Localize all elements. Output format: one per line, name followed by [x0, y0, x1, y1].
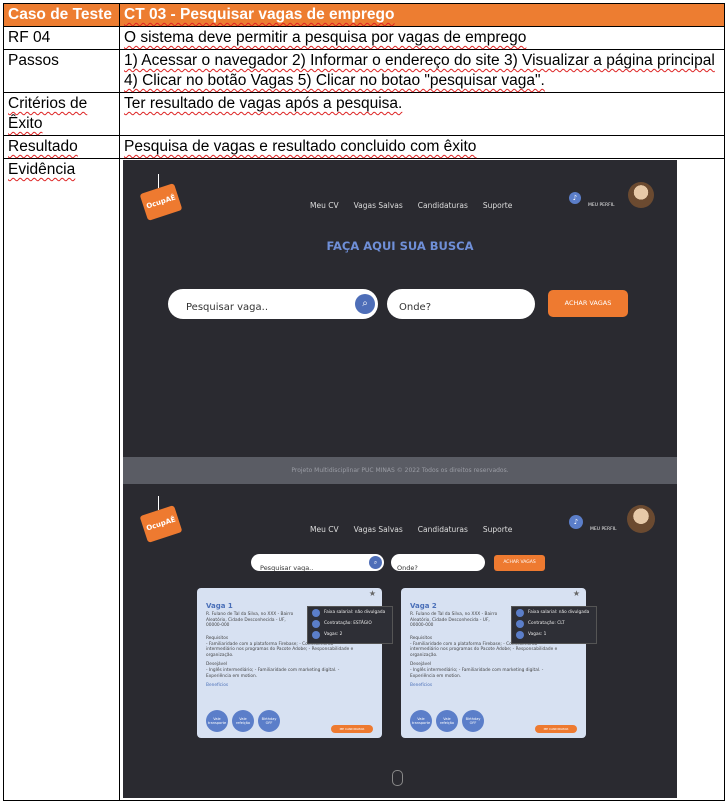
profile-label[interactable]: MEU PERFIL	[588, 196, 615, 216]
location-input-results[interactable]: Onde?	[391, 554, 485, 572]
main-menu: Meu CV Vagas Salvas Candidaturas Suporte	[310, 196, 512, 216]
achar-vagas-button[interactable]: ACHAR VAGAS	[548, 290, 628, 317]
ocupae-logo-results[interactable]: OcupAÊ	[139, 505, 183, 543]
scroll-mouse-icon	[392, 770, 403, 786]
job-address: R. Fulano de Tal da Silva, no XXX - Bair…	[206, 612, 294, 629]
search-headline: FAÇA AQUI SUA BUSCA	[326, 239, 474, 253]
menu-candidaturas[interactable]: Candidaturas	[418, 196, 468, 216]
row-label-passos: Passos	[3, 49, 120, 93]
job-info-tooltip: Faixa salarial: não divulgada Contrataçã…	[511, 606, 597, 644]
evidence-screenshot: OcupAÊ Meu CV Vagas Salvas Candidaturas …	[123, 160, 677, 798]
job-info-tooltip: Faixa salarial: não divulgada Contrataçã…	[307, 606, 393, 644]
job-address: R. Fulano de Tal da Silva, no XXX - Bair…	[410, 612, 498, 629]
star-icon[interactable]: ★	[573, 590, 580, 597]
menu-vagas-salvas[interactable]: Vagas Salvas	[354, 196, 403, 216]
menu-meu-cv[interactable]: Meu CV	[310, 520, 339, 540]
benefit-bubble: Vale transporte	[410, 710, 432, 732]
row-label-criterios: Critérios de Êxito	[3, 92, 120, 136]
star-icon[interactable]: ★	[369, 590, 376, 597]
job-title: Vaga 2	[410, 602, 437, 610]
location-input[interactable]: Onde?	[387, 289, 535, 319]
top-navbar: OcupAÊ Meu CV Vagas Salvas Candidaturas …	[123, 160, 677, 221]
evidence-cell: OcupAÊ Meu CV Vagas Salvas Candidaturas …	[119, 158, 725, 801]
row-label-evidencia: Evidência	[3, 158, 120, 801]
search-input[interactable]: Pesquisar vaga.. ⌕	[168, 289, 378, 319]
bell-icon[interactable]: ♪	[569, 192, 581, 204]
test-case-table: Caso de Teste CT 03 - Pesquisar vagas de…	[3, 3, 725, 801]
menu-vagas-salvas[interactable]: Vagas Salvas	[354, 520, 403, 540]
bell-icon[interactable]: ♪	[569, 515, 583, 529]
header-value: CT 03 - Pesquisar vagas de emprego	[119, 3, 725, 27]
header-label: Caso de Teste	[3, 3, 120, 27]
avatar[interactable]	[627, 505, 655, 533]
benefit-bubble: Vale transporte	[206, 710, 228, 732]
job-card[interactable]: ★ Vaga 2 R. Fulano de Tal da Silva, no X…	[401, 588, 597, 738]
results-menu: Meu CV Vagas Salvas Candidaturas Suporte	[310, 520, 512, 540]
job-title: Vaga 1	[206, 602, 233, 610]
row-value-passos: 1) Acessar o navegador 2) Informar o end…	[119, 49, 725, 93]
profile-label[interactable]: MEU PERFIL	[590, 520, 617, 540]
row-value-criterios: Ter resultado de vagas após a pesquisa.	[119, 92, 725, 136]
menu-suporte[interactable]: Suporte	[483, 520, 513, 540]
benefit-bubble: Vale refeição	[232, 710, 254, 732]
search-input-results[interactable]: Pesquisar vaga.. ⌕	[251, 554, 384, 572]
benefit-bubble: Birthday OFF	[462, 710, 484, 732]
row-label-rf: RF 04	[3, 26, 120, 50]
page-footer: Projeto Multidisciplinar PUC MINAS © 202…	[123, 457, 677, 484]
row-label-resultado: Resultado	[3, 135, 120, 159]
menu-meu-cv[interactable]: Meu CV	[310, 196, 339, 216]
search-icon[interactable]: ⌕	[369, 556, 382, 569]
achar-vagas-button-results[interactable]: ACHAR VAGAS	[494, 555, 545, 571]
job-card[interactable]: ★ Vaga 1 R. Fulano de Tal da Silva, no X…	[197, 588, 393, 738]
benefit-bubble: Vale refeição	[436, 710, 458, 732]
apply-button[interactable]: ME CANDIDATAR	[331, 725, 373, 733]
benefit-bubble: Birthday OFF	[258, 710, 280, 732]
avatar[interactable]	[628, 182, 654, 208]
apply-button[interactable]: ME CANDIDATAR	[535, 725, 577, 733]
menu-candidaturas[interactable]: Candidaturas	[418, 520, 468, 540]
row-value-rf: O sistema deve permitir a pesquisa por v…	[119, 26, 725, 50]
results-navbar: OcupAÊ Meu CV Vagas Salvas Candidaturas …	[123, 484, 677, 544]
search-icon[interactable]: ⌕	[355, 294, 375, 314]
row-value-resultado: Pesquisa de vagas e resultado concluido …	[119, 135, 725, 159]
ocupae-logo[interactable]: OcupAÊ	[139, 183, 183, 221]
menu-suporte[interactable]: Suporte	[483, 196, 513, 216]
